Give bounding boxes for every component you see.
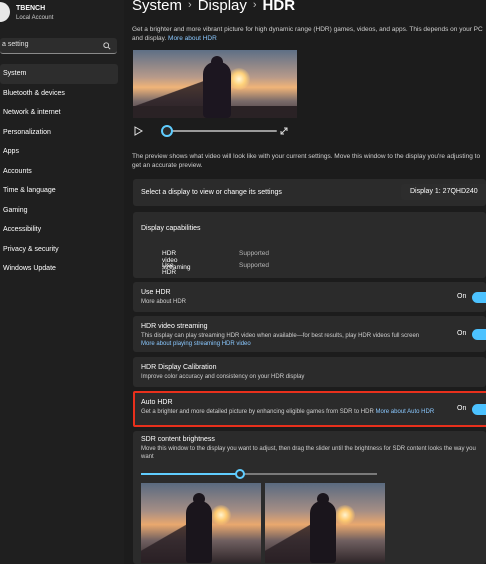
display-capabilities-card: Display capabilities HDR video streaming… — [133, 212, 486, 278]
auto-hdr-desc-text: Get a brighter and more detailed picture… — [141, 409, 374, 415]
hdr-streaming-description: This display can play streaming HDR vide… — [141, 332, 431, 348]
auto-hdr-title: Auto HDR — [141, 399, 173, 406]
sdr-brightness-description: Move this window to the display you want… — [141, 446, 476, 460]
breadcrumb-separator: › — [252, 0, 257, 11]
preview-description: The preview shows what video will look l… — [132, 153, 481, 169]
video-player-controls — [133, 124, 297, 138]
sidebar-item-time-language[interactable]: Time & language — [0, 181, 118, 201]
sidebar-item-gaming[interactable]: Gaming — [0, 201, 118, 221]
hdr-preview-person — [310, 501, 336, 563]
account-name: TBENCH — [16, 5, 46, 12]
use-hdr-toggle[interactable] — [472, 292, 486, 303]
hdr-streaming-desc-text: This display can play streaming HDR vide… — [141, 333, 420, 339]
page-title: HDR — [262, 0, 296, 14]
auto-hdr-state: On — [457, 405, 467, 412]
sidebar: TBENCH Local Account a setting System Bl… — [0, 0, 124, 564]
hdr-streaming-state: On — [457, 330, 467, 337]
video-seek-thumb[interactable] — [161, 125, 173, 137]
sdr-brightness-title: SDR content brightness — [141, 436, 215, 443]
main-content: System › Display › HDR Get a brighter and mo… — [124, 0, 486, 564]
hdr-preview-video — [133, 50, 297, 118]
preview-sun — [228, 68, 250, 90]
sidebar-item-bluetooth-devices[interactable]: Bluetooth & devices — [0, 84, 118, 104]
sidebar-nav: System Bluetooth & devices Network & int… — [0, 64, 118, 279]
sdr-preview-sun — [211, 505, 231, 525]
use-hdr-title: Use HDR — [141, 289, 171, 296]
sidebar-item-windows-update[interactable]: Windows Update — [0, 259, 118, 279]
sidebar-item-accounts[interactable]: Accounts — [0, 162, 118, 182]
sidebar-item-privacy-security[interactable]: Privacy & security — [0, 240, 118, 260]
hdr-calibration-title: HDR Display Calibration — [141, 364, 217, 371]
search-input-text: a setting — [2, 41, 29, 48]
sdr-preview-person-head — [193, 493, 205, 505]
hdr-preview-sun — [335, 505, 355, 525]
search-input[interactable]: a setting — [0, 38, 117, 54]
hdr-streaming-title: HDR video streaming — [141, 323, 208, 330]
hdr-calibration-description: Improve color accuracy and consistency o… — [141, 374, 305, 380]
display-select-card: Select a display to view or change its s… — [133, 179, 486, 206]
hdr-video-streaming-card: HDR video streaming This display can pla… — [133, 316, 486, 352]
sidebar-item-network-internet[interactable]: Network & internet — [0, 103, 118, 123]
display-capabilities-title: Display capabilities — [141, 225, 201, 232]
video-seek-track[interactable] — [167, 130, 277, 132]
breadcrumb-separator: › — [188, 0, 192, 11]
breadcrumb-display[interactable]: Display — [198, 0, 247, 14]
auto-hdr-toggle[interactable] — [472, 404, 486, 415]
auto-hdr-description: Get a brighter and more detailed picture… — [141, 408, 461, 416]
avatar — [0, 2, 10, 22]
sdr-preview-image — [141, 483, 261, 563]
more-about-hdr-link[interactable]: More about HDR — [168, 35, 217, 42]
capability-value: Supported — [239, 262, 269, 269]
preview-person — [203, 62, 231, 118]
breadcrumb: System › Display › HDR — [132, 0, 295, 14]
hdr-preview-image — [265, 483, 385, 563]
search-icon[interactable] — [103, 42, 111, 50]
sdr-brightness-fill — [141, 473, 241, 475]
sidebar-item-personalization[interactable]: Personalization — [0, 123, 118, 143]
capability-label: Use HDR — [162, 262, 177, 276]
hdr-calibration-card[interactable]: HDR Display Calibration Improve color ac… — [133, 357, 486, 387]
account-header[interactable]: TBENCH Local Account — [0, 2, 124, 24]
hdr-streaming-more-link[interactable]: More about playing streaming HDR video — [141, 341, 251, 347]
use-hdr-more-link[interactable]: More about HDR — [141, 298, 186, 306]
play-icon[interactable] — [133, 126, 143, 136]
capability-value: Supported — [239, 250, 269, 257]
sdr-brightness-card: SDR content brightness Move this window … — [133, 431, 486, 564]
auto-hdr-more-link[interactable]: More about Auto HDR — [375, 409, 434, 415]
hdr-streaming-toggle[interactable] — [472, 329, 486, 340]
sidebar-item-system[interactable]: System — [0, 64, 118, 84]
breadcrumb-system[interactable]: System — [132, 0, 182, 14]
fullscreen-icon[interactable] — [279, 126, 289, 136]
preview-person-head — [211, 56, 223, 68]
account-type: Local Account — [16, 15, 54, 21]
use-hdr-card: Use HDR More about HDR On — [133, 282, 486, 312]
display-select-dropdown[interactable]: Display 1: 27QHD240 — [401, 184, 486, 200]
auto-hdr-card: Auto HDR Get a brighter and more detaile… — [133, 391, 486, 427]
hdr-intro: Get a brighter and more vibrant picture … — [132, 25, 486, 43]
sdr-brightness-thumb[interactable] — [235, 469, 246, 479]
use-hdr-state: On — [457, 293, 467, 300]
hdr-preview-person-head — [317, 493, 329, 505]
display-select-label: Select a display to view or change its s… — [141, 189, 282, 196]
sidebar-item-apps[interactable]: Apps — [0, 142, 118, 162]
sdr-preview-person — [186, 501, 212, 563]
sidebar-item-accessibility[interactable]: Accessibility — [0, 220, 118, 240]
